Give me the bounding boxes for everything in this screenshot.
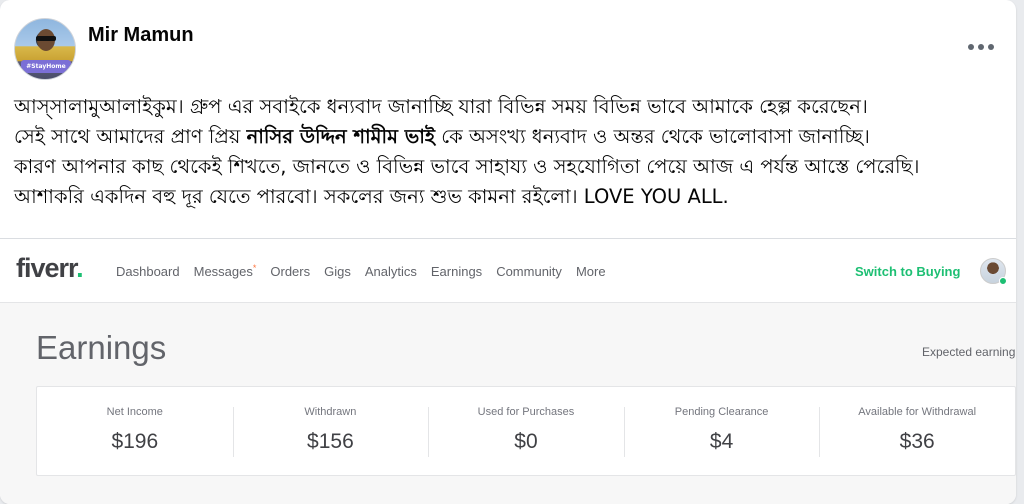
post-text-line-3: কারণ আপনার কাছ থেকেই শিখতে, জানতে ও বিভি… [14,155,920,178]
avatar-glasses [36,36,56,41]
nav-messages-label: Messages [193,264,253,279]
earnings-title: Earnings [36,329,167,366]
post-text-line-2: সেই সাথে আমাদের প্রাণ প্রিয় নাসির উদ্দি… [14,122,1004,152]
mentioned-name: নাসির উদ্দিন শামীম ভাই [246,125,436,148]
more-dot-icon [968,44,974,50]
stat-available-for-withdrawal: Available for Withdrawal $36 [819,387,1015,475]
post-text-line-1: আস্সালামুআলাইকুম। গ্রুপ এর সবাইকে ধন্যবা… [14,95,868,118]
nav-community[interactable]: Community [496,264,562,279]
stat-withdrawn: Withdrawn $156 [232,387,429,475]
post-header: #StayHome Mir Mamun [14,18,1004,82]
stat-label: Net Income [106,406,163,418]
stat-label: Used for Purchases [477,406,575,418]
avatar-badge: #StayHome [21,60,71,73]
expected-earnings-label[interactable]: Expected earning [922,345,1015,359]
fiverr-navbar: fiverr. Dashboard Messages* Orders Gigs … [0,239,1016,303]
author-avatar[interactable]: #StayHome [14,18,76,80]
stat-label: Pending Clearance [674,406,769,418]
nav-dashboard[interactable]: Dashboard [116,264,180,279]
screenshot-bottom-strip [0,483,1016,504]
stat-value: $156 [307,430,354,453]
fiverr-nav-links: Dashboard Messages* Orders Gigs Analytic… [116,263,620,279]
fiverr-logo-text: fiverr [16,253,77,283]
switch-to-buying-link[interactable]: Switch to Buying [855,264,960,279]
post-text-line-2-end: কে অসংখ্য ধন্যবাদ ও অন্তর থেকে ভালোবাসা … [435,125,870,148]
post-text: আস্সালামুআলাইকুম। গ্রুপ এর সবাইকে ধন্যবা… [14,92,1004,212]
stat-value: $0 [514,430,538,453]
nav-more[interactable]: More [576,264,606,279]
fiverr-screenshot-image[interactable]: fiverr. Dashboard Messages* Orders Gigs … [0,238,1016,504]
nav-analytics[interactable]: Analytics [365,264,417,279]
stat-label: Withdrawn [304,406,357,418]
author-name[interactable]: Mir Mamun [88,24,194,47]
nav-orders[interactable]: Orders [270,264,310,279]
more-options-button[interactable] [964,36,998,58]
post-text-line-2-start: সেই সাথে আমাদের প্রাণ প্রিয় [14,125,247,148]
stat-value: $36 [899,430,935,453]
fiverr-logo: fiverr. [16,253,84,284]
more-dot-icon [978,44,984,50]
online-status-icon [999,277,1007,285]
stat-used-for-purchases: Used for Purchases $0 [428,387,624,475]
facebook-post-card: #StayHome Mir Mamun আস্সালামুআলাইকুম। গ্… [0,0,1016,504]
stat-value: $196 [111,430,159,453]
nav-messages[interactable]: Messages* [193,263,257,279]
stat-pending-clearance: Pending Clearance $4 [623,387,820,475]
post-text-line-4: আশাকরি একদিন বহু দূর যেতে পারবো। সকলের জ… [14,185,729,208]
earnings-stats-panel: Net Income $196 Withdrawn $156 Used for … [36,386,1016,476]
unread-badge: * [252,263,257,273]
stat-label: Available for Withdrawal [858,406,977,418]
stat-value: $4 [709,430,734,453]
more-dot-icon [988,44,994,50]
stat-net-income: Net Income $196 [37,387,233,475]
nav-gigs[interactable]: Gigs [324,264,351,279]
nav-earnings[interactable]: Earnings [431,264,482,279]
fiverr-logo-dot: . [76,253,83,283]
